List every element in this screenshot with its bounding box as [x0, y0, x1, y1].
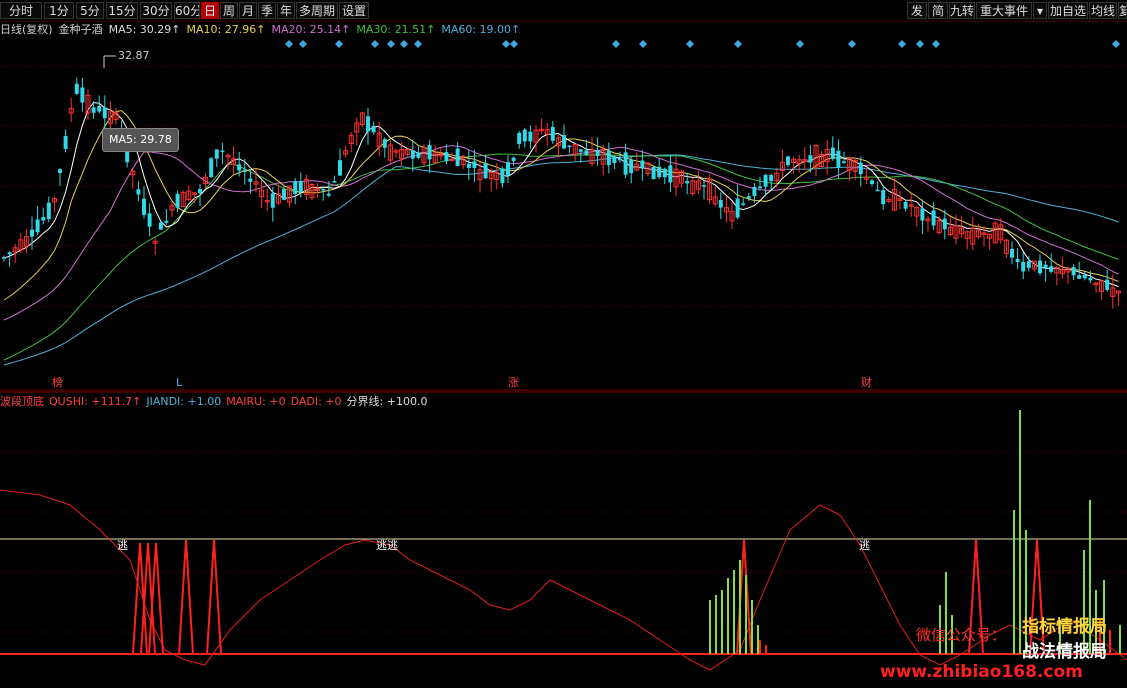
watermark-line1: 指标情报局 — [1022, 617, 1107, 637]
dadi-value: DADI: +0 — [290, 395, 342, 408]
marker-bang: 榜 — [52, 375, 63, 389]
escape-label-3: 逃 — [859, 539, 870, 552]
kline-chart[interactable]: 32.87 榜 L 涨 财 逃 逃逃 逃 — [0, 0, 1127, 688]
candlesticks — [2, 77, 1121, 309]
indicator-info-bar: 波段顶底 QUSHI: +111.7↑ JIANDI: +1.00 MAIRU: +0… — [0, 394, 1127, 409]
ma20-line — [3, 145, 1119, 321]
marker-l: L — [176, 376, 183, 389]
marker-zhang: 涨 — [508, 376, 519, 389]
escape-label-2: 逃逃 — [376, 539, 398, 552]
qushi-value: QUSHI: +111.7↑ — [49, 395, 142, 408]
jiandi-value: JIANDI: +1.00 — [146, 395, 222, 408]
ma30-line — [3, 153, 1119, 361]
ma5-tooltip: MA5: 29.78 — [102, 128, 179, 152]
signal-diamonds — [285, 40, 1120, 48]
high-price-label: 32.87 — [118, 49, 150, 62]
watermark-site: www.zhibiao168.com — [880, 662, 1083, 682]
indicator-name: 波段顶底 — [0, 395, 44, 408]
escape-label-1: 逃 — [117, 539, 128, 552]
watermark-wechat: 微信公众号： — [916, 626, 1007, 644]
mairu-value: MAIRU: +0 — [226, 395, 286, 408]
watermark-line2: 战法情报局 — [1022, 642, 1107, 662]
marker-cai: 财 — [861, 375, 872, 389]
fenjie-value: 分界线: +100.0 — [346, 395, 428, 408]
